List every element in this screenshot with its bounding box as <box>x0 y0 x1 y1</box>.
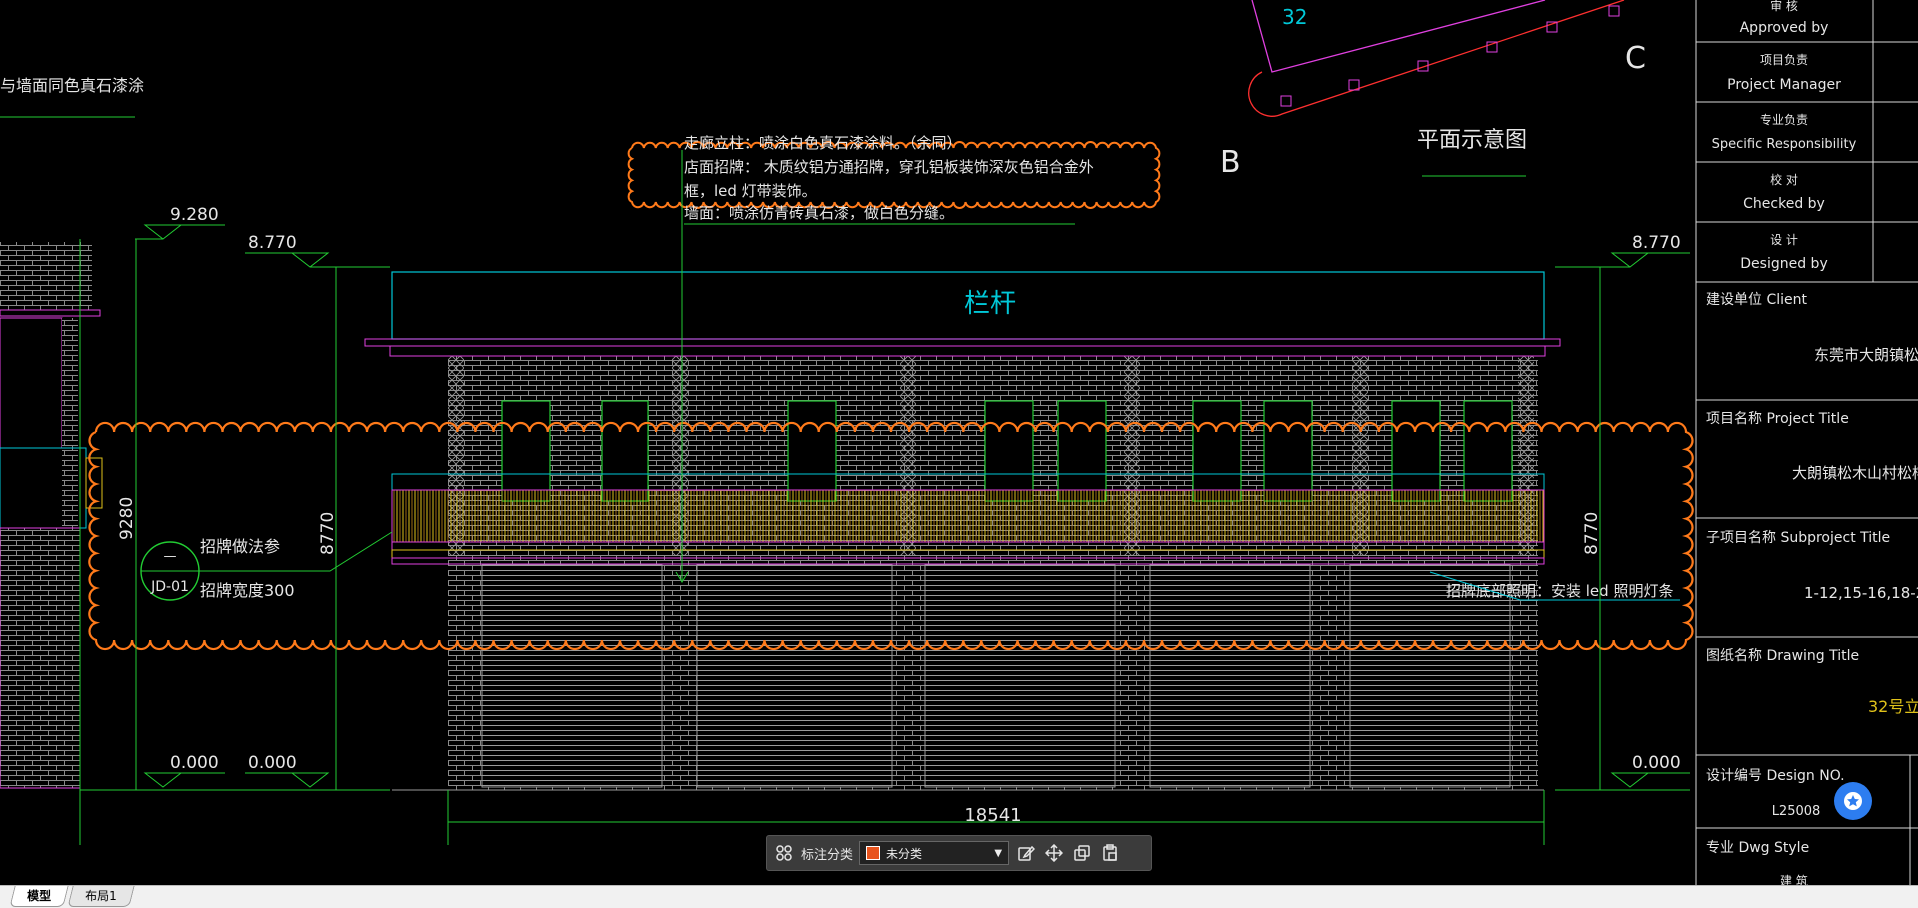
main-building <box>364 271 1561 791</box>
tb-spec-en: Specific Responsibility <box>1712 137 1857 152</box>
edit-icon[interactable] <box>1015 842 1037 864</box>
grid-icon[interactable] <box>773 842 795 864</box>
sign-callout-1: 招牌做法参 <box>200 537 280 556</box>
lighting-note: 招牌底部照明：安装 led 照明灯条 <box>1446 582 1673 600</box>
level-0-right: 0.000 <box>1632 753 1681 773</box>
tb-project-value: 大朗镇松木山村松榕路改 <box>1792 464 1918 482</box>
move-icon[interactable] <box>1043 842 1065 864</box>
level-8770-right: 8.770 <box>1632 233 1681 253</box>
plan-title: 平面示意图 <box>1417 128 1527 153</box>
level-8770-left: 8.770 <box>248 233 297 253</box>
star-icon <box>1844 792 1862 810</box>
detail-top: — <box>164 549 177 564</box>
tb-designed-en: Designed by <box>1740 256 1827 272</box>
tb-subproject-label: 子项目名称 Subproject Title <box>1706 530 1890 546</box>
layout-tab-bar: 模型 布局1 <box>0 885 1918 908</box>
note-line-1: 走廊立柱：喷涂白色真石漆涂料。（余同） <box>684 134 962 152</box>
tb-subproject-value: 1-12,15-16,18-2 <box>1804 584 1918 602</box>
tb-approved-en: Approved by <box>1740 20 1829 36</box>
tb-style-label: 专业 Dwg Style <box>1706 840 1809 856</box>
tb-approved-cn: 审 核 <box>1770 0 1798 13</box>
plan-number: 32 <box>1282 5 1307 29</box>
note-line-2: 店面招牌： 木质纹铝方通招牌，穿孔铝板装饰深灰色铝合金外 <box>684 158 1094 176</box>
detail-id: JD-01 <box>150 579 189 595</box>
tab-model[interactable]: 模型 <box>9 886 69 907</box>
tb-design-no-value: L25008 <box>1772 804 1821 819</box>
dim-8770-right: 8770 <box>1582 512 1602 555</box>
tb-designed-cn: 设 计 <box>1770 233 1798 247</box>
favorite-star-button[interactable] <box>1834 782 1872 820</box>
level-0-b: 0.000 <box>248 753 297 773</box>
tb-spec-cn: 专业负责 <box>1760 112 1808 127</box>
axis-c: C <box>1625 41 1646 76</box>
category-color-swatch <box>866 846 881 860</box>
level-0-a: 0.000 <box>170 753 219 773</box>
copy-icon[interactable] <box>1071 842 1093 864</box>
left-note: 与墙面同色真石漆涂 <box>0 76 144 95</box>
level-9280: 9.280 <box>170 205 219 225</box>
annotation-toolbar: 标注分类 未分类 ▼ <box>766 835 1152 871</box>
note-line-4: 墙面：喷涂仿青砖真石漆，做白色分缝。 <box>684 204 954 222</box>
tb-checked-en: Checked by <box>1743 196 1825 212</box>
tb-pm-en: Project Manager <box>1727 77 1841 93</box>
title-block: 审 核 Approved by 项目负责 Project Manager 专业负… <box>1695 0 1918 907</box>
chevron-down-icon: ▼ <box>994 847 1003 859</box>
tab-layout1[interactable]: 布局1 <box>67 886 135 907</box>
axis-b: B <box>1220 145 1241 180</box>
sign-callout-2: 招牌宽度300 <box>200 581 295 600</box>
tb-pm-cn: 项目负责 <box>1760 53 1808 67</box>
tb-drawing-label: 图纸名称 Drawing Title <box>1706 648 1859 664</box>
tb-design-no-label: 设计编号 Design NO. <box>1706 768 1845 784</box>
category-label: 标注分类 <box>801 847 854 863</box>
category-dropdown[interactable]: 未分类 ▼ <box>859 841 1010 865</box>
dim-8770-left: 8770 <box>318 512 338 555</box>
note-line-3: 框，led 灯带装饰。 <box>684 182 817 200</box>
category-value: 未分类 <box>886 846 923 861</box>
drawing-canvas[interactable]: 与墙面同色真石漆涂 栏杆 走廊立柱：喷涂白色真石漆涂料。（余同） 店面招牌： 木… <box>0 0 1918 907</box>
tb-client-label: 建设单位 Client <box>1706 292 1807 308</box>
tb-checked-cn: 校 对 <box>1770 172 1798 187</box>
tb-drawing-value: 32号立面 <box>1868 697 1918 716</box>
paste-icon[interactable] <box>1099 842 1121 864</box>
left-building <box>0 116 135 789</box>
tb-project-label: 项目名称 Project Title <box>1706 411 1849 427</box>
railing-label: 栏杆 <box>964 289 1016 319</box>
dim-width: 18541 <box>964 805 1021 826</box>
dim-9280: 9280 <box>117 497 137 540</box>
tb-client-value: 东莞市大朗镇松木山 <box>1814 346 1918 364</box>
